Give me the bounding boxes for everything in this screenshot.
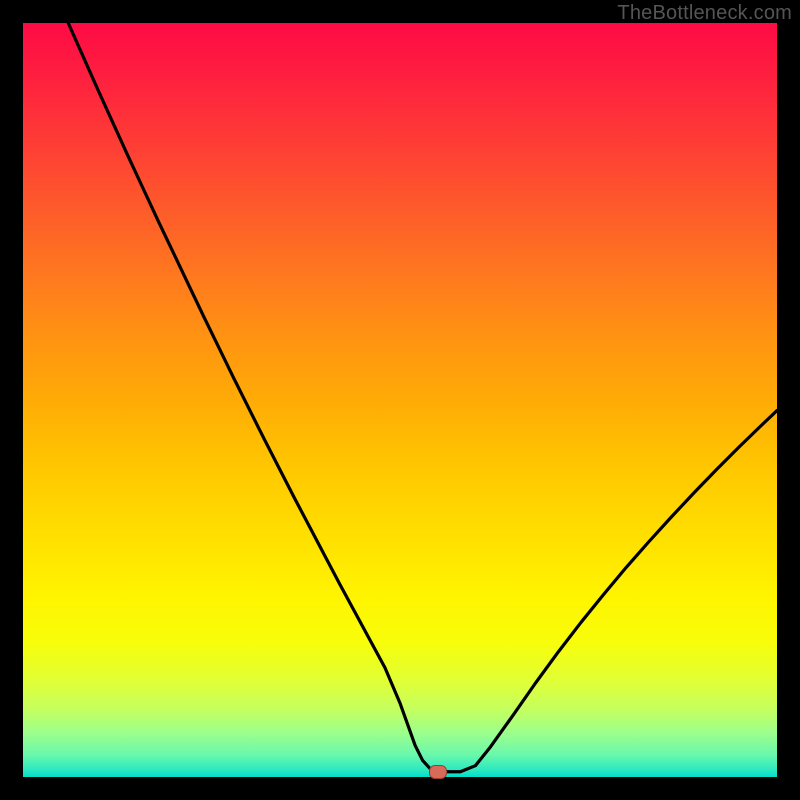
plot-frame — [23, 23, 777, 777]
curve-layer — [23, 23, 777, 777]
plot-area — [23, 23, 777, 777]
watermark-text: TheBottleneck.com — [617, 2, 792, 25]
chart-canvas: TheBottleneck.com — [0, 0, 800, 800]
bottleneck-curve — [68, 23, 777, 772]
optimum-marker — [429, 765, 447, 779]
